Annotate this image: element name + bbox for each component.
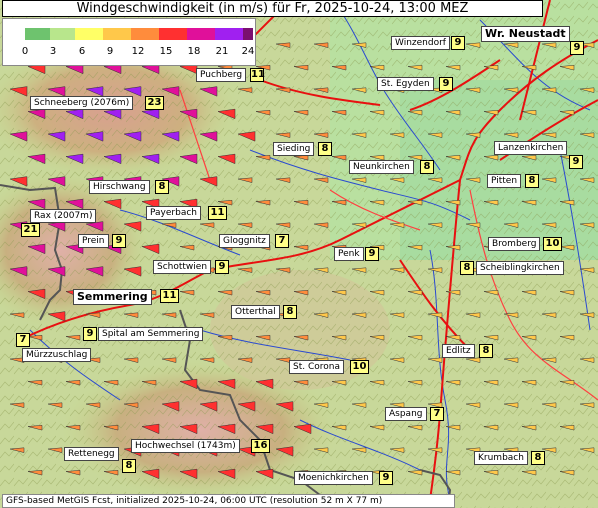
place-label[interactable]: Rax (2007m) (30, 209, 97, 223)
place-label[interactable]: Rettenegg (64, 447, 119, 461)
wind-value: 11 (250, 68, 265, 82)
legend-swatch (103, 28, 131, 40)
terrain-base (0, 0, 598, 508)
wind-value: 9 (570, 41, 584, 55)
wind-value: 16 (251, 439, 270, 453)
model-info-footer: GFS-based MetGIS Fcst, initialized 2025-… (2, 494, 455, 508)
place-label[interactable]: Winzendorf (391, 36, 450, 50)
wind-value: 10 (350, 360, 369, 374)
place-label[interactable]: Edlitz (442, 344, 475, 358)
place-label[interactable]: Wr. Neustadt (481, 26, 570, 42)
wind-value: 9 (112, 234, 126, 248)
wind-value: 11 (208, 206, 227, 220)
wind-value: 7 (275, 234, 289, 248)
place-label[interactable]: Neunkirchen (349, 160, 414, 174)
wind-value: 8 (460, 261, 474, 275)
map-title: Windgeschwindigkeit (in m/s) für Fr, 202… (2, 0, 543, 17)
wind-value: 8 (318, 142, 332, 156)
place-label[interactable]: Payerbach (146, 206, 201, 220)
place-label[interactable]: Mürzzuschlag (22, 348, 92, 362)
wind-value: 9 (439, 77, 453, 91)
wind-value: 10 (543, 237, 562, 251)
place-label[interactable]: Scheiblingkirchen (476, 261, 564, 275)
legend-swatch (75, 28, 103, 40)
legend-tick: 9 (106, 46, 114, 57)
wind-value: 8 (531, 451, 545, 465)
wind-map: Windgeschwindigkeit (in m/s) für Fr, 202… (0, 0, 598, 508)
place-label[interactable]: Schneeberg (2076m) (30, 96, 134, 110)
place-label[interactable]: Schottwien (153, 260, 212, 274)
place-label[interactable]: Hochwechsel (1743m) (131, 439, 240, 453)
place-label[interactable]: Prein (78, 234, 109, 248)
legend-tick: 3 (49, 46, 57, 57)
place-label[interactable]: Pitten (487, 174, 522, 188)
place-label[interactable]: Bromberg (488, 237, 541, 251)
wind-value: 8 (420, 160, 434, 174)
place-label[interactable]: Krumbach (474, 451, 528, 465)
place-label[interactable]: Lanzenkirchen (494, 141, 568, 155)
legend-tick: 18 (187, 46, 201, 57)
place-label[interactable]: Gloggnitz (219, 234, 270, 248)
legend-swatch (243, 28, 253, 40)
wind-value: 21 (21, 223, 40, 237)
place-label[interactable]: Moenichkirchen (294, 471, 373, 485)
place-label[interactable]: Hirschwang (89, 180, 150, 194)
legend-swatch (159, 28, 187, 40)
wind-value: 23 (145, 96, 164, 110)
place-label[interactable]: Spital am Semmering (98, 327, 204, 341)
wind-value: 7 (16, 333, 30, 347)
wind-value: 8 (479, 344, 493, 358)
wind-value: 8 (525, 174, 539, 188)
legend-tick: 15 (159, 46, 173, 57)
place-label[interactable]: Otterthal (231, 305, 280, 319)
wind-value: 9 (365, 247, 379, 261)
place-label[interactable]: St. Egyden (377, 77, 434, 91)
legend-tick: 24 (241, 46, 255, 57)
wind-value: 8 (155, 180, 169, 194)
place-label[interactable]: Aspang (385, 407, 427, 421)
place-label[interactable]: St. Corona (289, 360, 344, 374)
legend-tick: 21 (215, 46, 229, 57)
legend-swatch (25, 28, 50, 40)
legend-swatch (187, 28, 215, 40)
wind-value: 9 (215, 260, 229, 274)
legend-swatch (50, 28, 75, 40)
wind-value: 8 (283, 305, 297, 319)
legend-swatch (131, 28, 159, 40)
wind-value: 9 (451, 36, 465, 50)
place-label[interactable]: Sieding (273, 142, 315, 156)
legend-tick: 6 (78, 46, 86, 57)
place-label[interactable]: Puchberg (196, 68, 247, 82)
wind-value: 7 (430, 407, 444, 421)
place-label[interactable]: Penk (334, 247, 364, 261)
wind-value: 9 (379, 471, 393, 485)
wind-value: 9 (569, 155, 583, 169)
legend-tick: 12 (131, 46, 145, 57)
wind-value: 9 (83, 327, 97, 341)
legend-tick: 0 (21, 46, 29, 57)
wind-value: 11 (160, 289, 179, 303)
legend-swatch (215, 28, 243, 40)
wind-value: 8 (122, 459, 136, 473)
speed-legend: 0 3 6 9 12 15 18 21 24 (2, 18, 256, 66)
place-label[interactable]: Semmering (73, 289, 152, 305)
